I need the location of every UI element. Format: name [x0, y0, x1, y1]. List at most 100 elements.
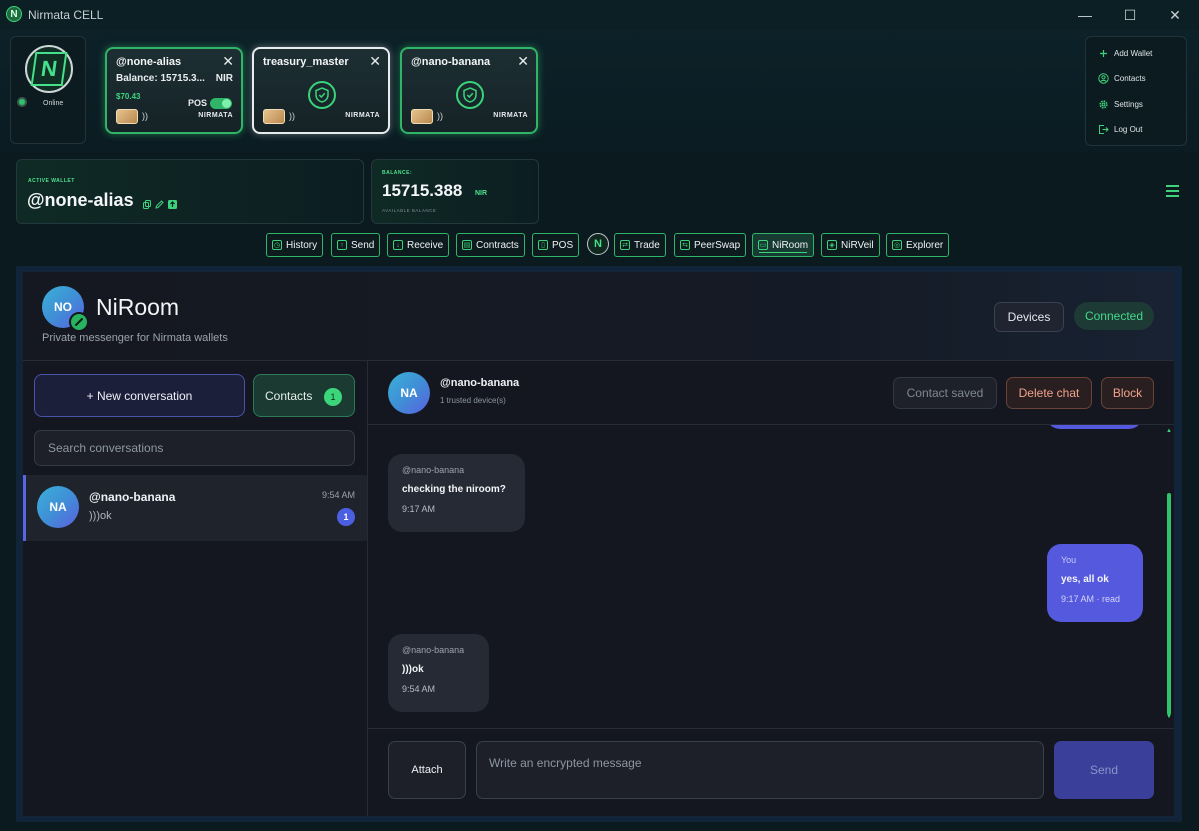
wallet-unit: NIR	[215, 73, 233, 84]
nav-receive-button[interactable]: ↓ Receive	[387, 233, 450, 257]
card-brand: NIRMATA	[493, 112, 528, 119]
hamburger-menu-icon[interactable]	[1166, 185, 1179, 197]
message-scrollbar[interactable]: ▲ ▼	[1165, 425, 1173, 728]
nav-label: PeerSwap	[694, 239, 741, 251]
card-brand: NIRMATA	[345, 112, 380, 119]
message-input[interactable]: Write an encrypted message	[476, 741, 1044, 799]
balance-sublabel: AVAILABLE BALANCE	[382, 208, 437, 213]
menu-item-label: Settings	[1114, 100, 1143, 109]
unread-badge: 1	[337, 508, 355, 526]
message-text: checking the niroom?	[402, 484, 506, 495]
swap-icon: ⇄	[620, 240, 630, 250]
menu-contacts[interactable]: Contacts	[1098, 73, 1146, 84]
wallet-name: treasury_master	[263, 56, 349, 68]
close-wallet-button[interactable]: ✕	[517, 53, 529, 70]
send-button[interactable]: Send	[1054, 741, 1154, 799]
active-wallet-card: ACTIVE WALLET @none-alias	[16, 159, 364, 224]
devices-button[interactable]: Devices	[994, 302, 1064, 332]
nav-trade-button[interactable]: ⇄ Trade	[614, 233, 666, 257]
nav-label: NiRVeil	[841, 239, 874, 251]
new-conversation-button[interactable]: + New conversation	[34, 374, 245, 417]
alias-actions	[143, 196, 177, 214]
shield-check-icon	[456, 81, 484, 109]
nav-label: POS	[552, 239, 574, 251]
nirmata-nav-logo[interactable]: N	[587, 233, 609, 255]
pos-toggle[interactable]	[210, 98, 232, 109]
conversation-item[interactable]: NA @nano-banana 9:54 AM )))ok 1	[23, 475, 367, 541]
title-bar: N Nirmata CELL — ☐ ✕	[0, 0, 1199, 30]
balance-amount: 15715.388	[382, 181, 463, 200]
wallet-name: @none-alias	[116, 56, 182, 68]
message-bubble-partial	[1046, 425, 1143, 429]
search-conversations-input[interactable]: Search conversations	[34, 430, 355, 466]
card-chip-icon	[116, 109, 138, 124]
export-icon[interactable]	[168, 196, 177, 214]
contactless-icon: ))	[142, 111, 148, 121]
message-bubble-incoming: @nano-banana checking the niroom? 9:17 A…	[388, 454, 525, 532]
scroll-down-arrow-icon[interactable]: ▼	[1166, 714, 1172, 720]
node-status-label: Online	[43, 100, 64, 107]
menu-add-wallet[interactable]: Add Wallet	[1098, 48, 1152, 59]
nav-label: Explorer	[906, 239, 944, 251]
message-list: @nano-banana checking the niroom? 9:17 A…	[368, 425, 1174, 728]
message-author: @nano-banana	[402, 645, 465, 655]
menu-item-label: Log Out	[1114, 125, 1143, 134]
wallet-card-treasury-master[interactable]: treasury_master ✕ )) NIRMATA	[252, 47, 390, 134]
message-bubble-incoming: @nano-banana )))ok 9:54 AM	[388, 634, 489, 712]
nav-explorer-button[interactable]: ◎ Explorer	[886, 233, 950, 257]
wallet-card-none-alias[interactable]: @none-alias ✕ Balance: 15715.3... NIR $7…	[105, 47, 243, 134]
logo-glyph: N	[30, 52, 68, 86]
message-author: @nano-banana	[402, 465, 465, 475]
contacts-button[interactable]: Contacts 1	[253, 374, 355, 417]
contactless-icon: ))	[437, 111, 443, 121]
conversation-preview: )))ok	[89, 510, 112, 522]
close-window-button[interactable]: ✕	[1152, 0, 1198, 30]
wallet-name: @nano-banana	[411, 56, 491, 68]
nav-contracts-button[interactable]: ▤ Contracts	[456, 233, 525, 257]
nav-history-button[interactable]: ◷ History	[266, 233, 324, 257]
menu-item-label: Contacts	[1114, 74, 1146, 83]
nav-send-button[interactable]: ↑ Send	[331, 233, 381, 257]
edit-icon[interactable]	[155, 196, 164, 214]
nav-pos-button[interactable]: ▯ POS	[532, 233, 580, 257]
conversation-time: 9:54 AM	[321, 490, 355, 500]
block-button[interactable]: Block	[1101, 377, 1154, 409]
minimize-button[interactable]: —	[1062, 0, 1108, 30]
chat-contact-name: @nano-banana	[440, 377, 520, 389]
scrollbar-thumb[interactable]	[1167, 493, 1171, 715]
delete-chat-button[interactable]: Delete chat	[1006, 377, 1092, 409]
message-text: yes, all ok	[1061, 574, 1109, 585]
document-icon: ▤	[462, 240, 472, 250]
message-time: 9:17 AM	[402, 504, 436, 514]
chat-contact-subtitle: 1 trusted device(s)	[440, 396, 506, 405]
nav-label: Send	[351, 239, 375, 251]
user-circle-icon	[1098, 73, 1109, 84]
wallet-balance: Balance: 15715.3...	[116, 73, 205, 84]
avatar: NA	[388, 372, 430, 414]
menu-log-out[interactable]: Log Out	[1098, 124, 1142, 135]
menu-settings[interactable]: Settings	[1098, 99, 1143, 110]
conversation-name: @nano-banana	[89, 490, 176, 504]
niroom-header: NO NiRoom Private messenger for Nirmata …	[23, 272, 1174, 361]
close-wallet-button[interactable]: ✕	[369, 53, 381, 70]
contact-saved-button[interactable]: Contact saved	[893, 377, 997, 409]
contactless-icon: ))	[289, 111, 295, 121]
close-wallet-button[interactable]: ✕	[222, 53, 234, 70]
conversation-sidebar: + New conversation Contacts 1 Search con…	[23, 361, 368, 816]
chat-header: NA @nano-banana 1 trusted device(s) Cont…	[368, 361, 1174, 425]
copy-icon[interactable]	[143, 196, 151, 214]
message-composer: Attach Write an encrypted message Send	[368, 728, 1174, 816]
wallet-card-nano-banana[interactable]: @nano-banana ✕ )) NIRMATA	[400, 47, 538, 134]
balance-unit: NIR	[475, 190, 488, 197]
node-status-card: N Online	[10, 36, 86, 144]
nav-niroom-button[interactable]: ▭ NiRoom	[752, 233, 815, 257]
maximize-button[interactable]: ☐	[1107, 0, 1153, 30]
pen-badge-icon	[69, 312, 89, 332]
card-chip-icon	[411, 109, 433, 124]
attach-button[interactable]: Attach	[388, 741, 466, 799]
nav-nirveil-button[interactable]: ◈ NiRVeil	[821, 233, 880, 257]
message-text: )))ok	[402, 664, 424, 675]
active-wallet-label: ACTIVE WALLET	[28, 178, 75, 184]
nav-peerswap-button[interactable]: ⇆ PeerSwap	[674, 233, 747, 257]
scroll-up-arrow-icon[interactable]: ▲	[1166, 428, 1172, 434]
